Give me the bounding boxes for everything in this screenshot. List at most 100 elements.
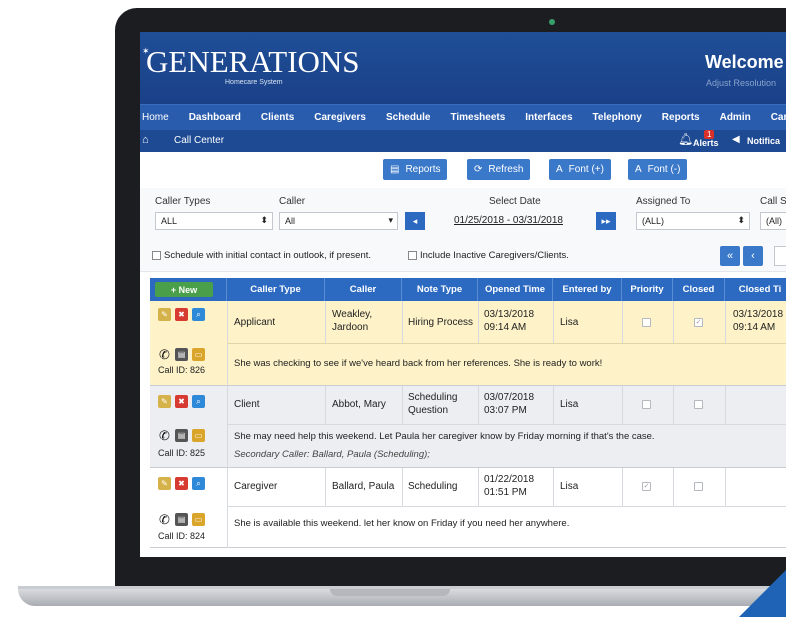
nav-item-caregivers[interactable]: Caregivers xyxy=(314,112,366,123)
row-divider xyxy=(227,343,786,344)
caller-cell[interactable]: Abbot, Mary xyxy=(332,399,386,411)
prev-page-button[interactable]: ‹ xyxy=(743,246,763,266)
document-icon[interactable]: ▤ xyxy=(175,513,188,526)
date-range-picker[interactable]: 01/25/2018 - 03/31/2018 xyxy=(454,215,563,226)
column-header-note-type[interactable]: Note Type xyxy=(402,278,478,301)
nav-item-interfaces[interactable]: Interfaces xyxy=(525,112,572,123)
closed-time-cell: 09:14 AM xyxy=(733,322,776,333)
chevron-down-icon: ▾ xyxy=(388,215,393,225)
font-decrease-button[interactable]: A Font (-) xyxy=(628,159,688,180)
alerts-link[interactable]: Alerts xyxy=(693,138,719,148)
caller-select[interactable]: All ▾ xyxy=(279,212,398,230)
closed-checkbox[interactable]: ✓ xyxy=(694,318,703,327)
logo-text: GENERATIONS xyxy=(146,44,360,79)
folder-icon[interactable]: ▭ xyxy=(192,513,205,526)
date-prev-button[interactable]: ◂ xyxy=(405,212,425,230)
page-number-input[interactable] xyxy=(774,246,786,266)
column-divider xyxy=(622,386,623,424)
column-divider xyxy=(673,386,674,424)
include-inactive-checkbox[interactable]: Include Inactive Caregivers/Clients. xyxy=(408,250,569,261)
font-increase-label: Font (+) xyxy=(568,164,604,175)
column-header-opened-time[interactable]: Opened Time xyxy=(478,278,553,301)
opened-date-cell: 03/07/2018 xyxy=(484,392,535,403)
column-header-closed-time[interactable]: Closed Ti xyxy=(725,278,786,301)
delete-icon[interactable]: ✖ xyxy=(175,395,188,408)
phone-icon[interactable]: ✆ xyxy=(158,513,171,526)
closed-checkbox[interactable] xyxy=(694,400,703,409)
caller-cell-line1[interactable]: Weakley, xyxy=(332,309,372,321)
home-icon[interactable]: ⌂ xyxy=(142,134,149,146)
delete-icon[interactable]: ✖ xyxy=(175,477,188,490)
document-icon[interactable]: ▤ xyxy=(175,348,188,361)
closed-checkbox[interactable] xyxy=(694,482,703,491)
date-next-button[interactable]: ▸▸ xyxy=(596,212,616,230)
column-header-priority[interactable]: Priority xyxy=(622,278,673,301)
column-header-caller-type[interactable]: Caller Type xyxy=(227,278,325,301)
call-status-value: (All) xyxy=(766,216,782,226)
megaphone-icon[interactable]: ◀ xyxy=(732,134,740,145)
nav-item-admin[interactable]: Admin xyxy=(720,112,751,123)
phone-icon[interactable]: ✆ xyxy=(158,348,171,361)
table-header: + New Caller Type Caller Note Type Opene… xyxy=(150,278,786,301)
opened-date-cell: 01/22/2018 xyxy=(484,474,535,485)
assigned-to-select[interactable]: (ALL) ⬍ xyxy=(636,212,750,230)
nav-item-home[interactable]: Home xyxy=(142,112,169,123)
adjust-resolution-link[interactable]: Adjust Resolution xyxy=(706,78,776,88)
caller-cell[interactable]: Ballard, Paula xyxy=(332,481,394,493)
phone-icon[interactable]: ✆ xyxy=(158,429,171,442)
nav-item-schedule[interactable]: Schedule xyxy=(386,112,430,123)
search-icon[interactable]: ⌕ xyxy=(192,395,205,408)
nav-item-telephony[interactable]: Telephony xyxy=(593,112,642,123)
search-icon[interactable]: ⌕ xyxy=(192,308,205,321)
checkbox-box[interactable] xyxy=(152,251,161,260)
nav-item-caregiver-portal[interactable]: Caregi xyxy=(771,112,786,123)
nav-item-reports[interactable]: Reports xyxy=(662,112,700,123)
call-id: Call ID: 824 xyxy=(158,531,206,541)
main-nav: Home Dashboard Clients Caregivers Schedu… xyxy=(140,104,786,130)
document-icon[interactable]: ▤ xyxy=(175,429,188,442)
column-divider xyxy=(227,506,228,548)
notifications-link[interactable]: Notifica xyxy=(747,136,780,146)
schedule-outlook-label: Schedule with initial contact in outlook… xyxy=(164,250,372,261)
column-header-entered-by[interactable]: Entered by xyxy=(553,278,622,301)
caller-label: Caller xyxy=(279,196,306,207)
priority-checkbox[interactable] xyxy=(642,400,651,409)
table-row[interactable]: ✎ ✖ ⌕ ✆ ▤ ▭ Call ID: 826 Applicant Weakl… xyxy=(150,301,786,386)
priority-checkbox[interactable]: ✓ xyxy=(642,482,651,491)
edit-icon[interactable]: ✎ xyxy=(158,395,171,408)
column-header-closed[interactable]: Closed xyxy=(673,278,725,301)
checkbox-box[interactable] xyxy=(408,251,417,260)
first-page-button[interactable]: « xyxy=(720,246,740,266)
new-column-header: + New xyxy=(150,278,227,301)
column-divider xyxy=(227,468,228,506)
caller-cell-line2[interactable]: Jardoon xyxy=(332,322,368,334)
nav-item-timesheets[interactable]: Timesheets xyxy=(450,112,505,123)
search-icon[interactable]: ⌕ xyxy=(192,477,205,490)
column-divider xyxy=(673,301,674,343)
refresh-button[interactable]: ⟳ Refresh xyxy=(467,159,531,180)
reports-button[interactable]: ▤ Reports xyxy=(383,159,448,180)
call-status-select[interactable]: (All) xyxy=(760,212,786,230)
nav-item-clients[interactable]: Clients xyxy=(261,112,294,123)
table-row[interactable]: ✎ ✖ ⌕ ✆ ▤ ▭ Call ID: 825 Client Abbot, M… xyxy=(150,386,786,468)
delete-icon[interactable]: ✖ xyxy=(175,308,188,321)
table-row[interactable]: ✎ ✖ ⌕ ✆ ▤ ▭ Call ID: 824 Caregiver Balla… xyxy=(150,468,786,548)
font-increase-button[interactable]: A Font (+) xyxy=(549,159,611,180)
schedule-outlook-checkbox[interactable]: Schedule with initial contact in outlook… xyxy=(152,250,371,261)
edit-icon[interactable]: ✎ xyxy=(158,308,171,321)
nav-item-dashboard[interactable]: Dashboard xyxy=(189,112,241,123)
welcome-text: Welcome Ka xyxy=(705,52,786,72)
folder-icon[interactable]: ▭ xyxy=(192,429,205,442)
caller-types-select[interactable]: ALL ⬍ xyxy=(155,212,273,230)
folder-icon[interactable]: ▭ xyxy=(192,348,205,361)
opened-time-cell: 01:51 PM xyxy=(484,487,527,498)
column-header-caller[interactable]: Caller xyxy=(325,278,402,301)
bell-icon[interactable]: 🔔︎ xyxy=(678,132,693,146)
new-call-button[interactable]: + New xyxy=(155,282,213,297)
priority-checkbox[interactable] xyxy=(642,318,651,327)
column-divider xyxy=(478,386,479,424)
edit-icon[interactable]: ✎ xyxy=(158,477,171,490)
breadcrumb-bar: ⌂ Call Center 🔔︎ 1 Alerts ◀ Notifica xyxy=(140,130,786,152)
column-divider xyxy=(553,386,554,424)
call-id: Call ID: 825 xyxy=(158,448,206,458)
